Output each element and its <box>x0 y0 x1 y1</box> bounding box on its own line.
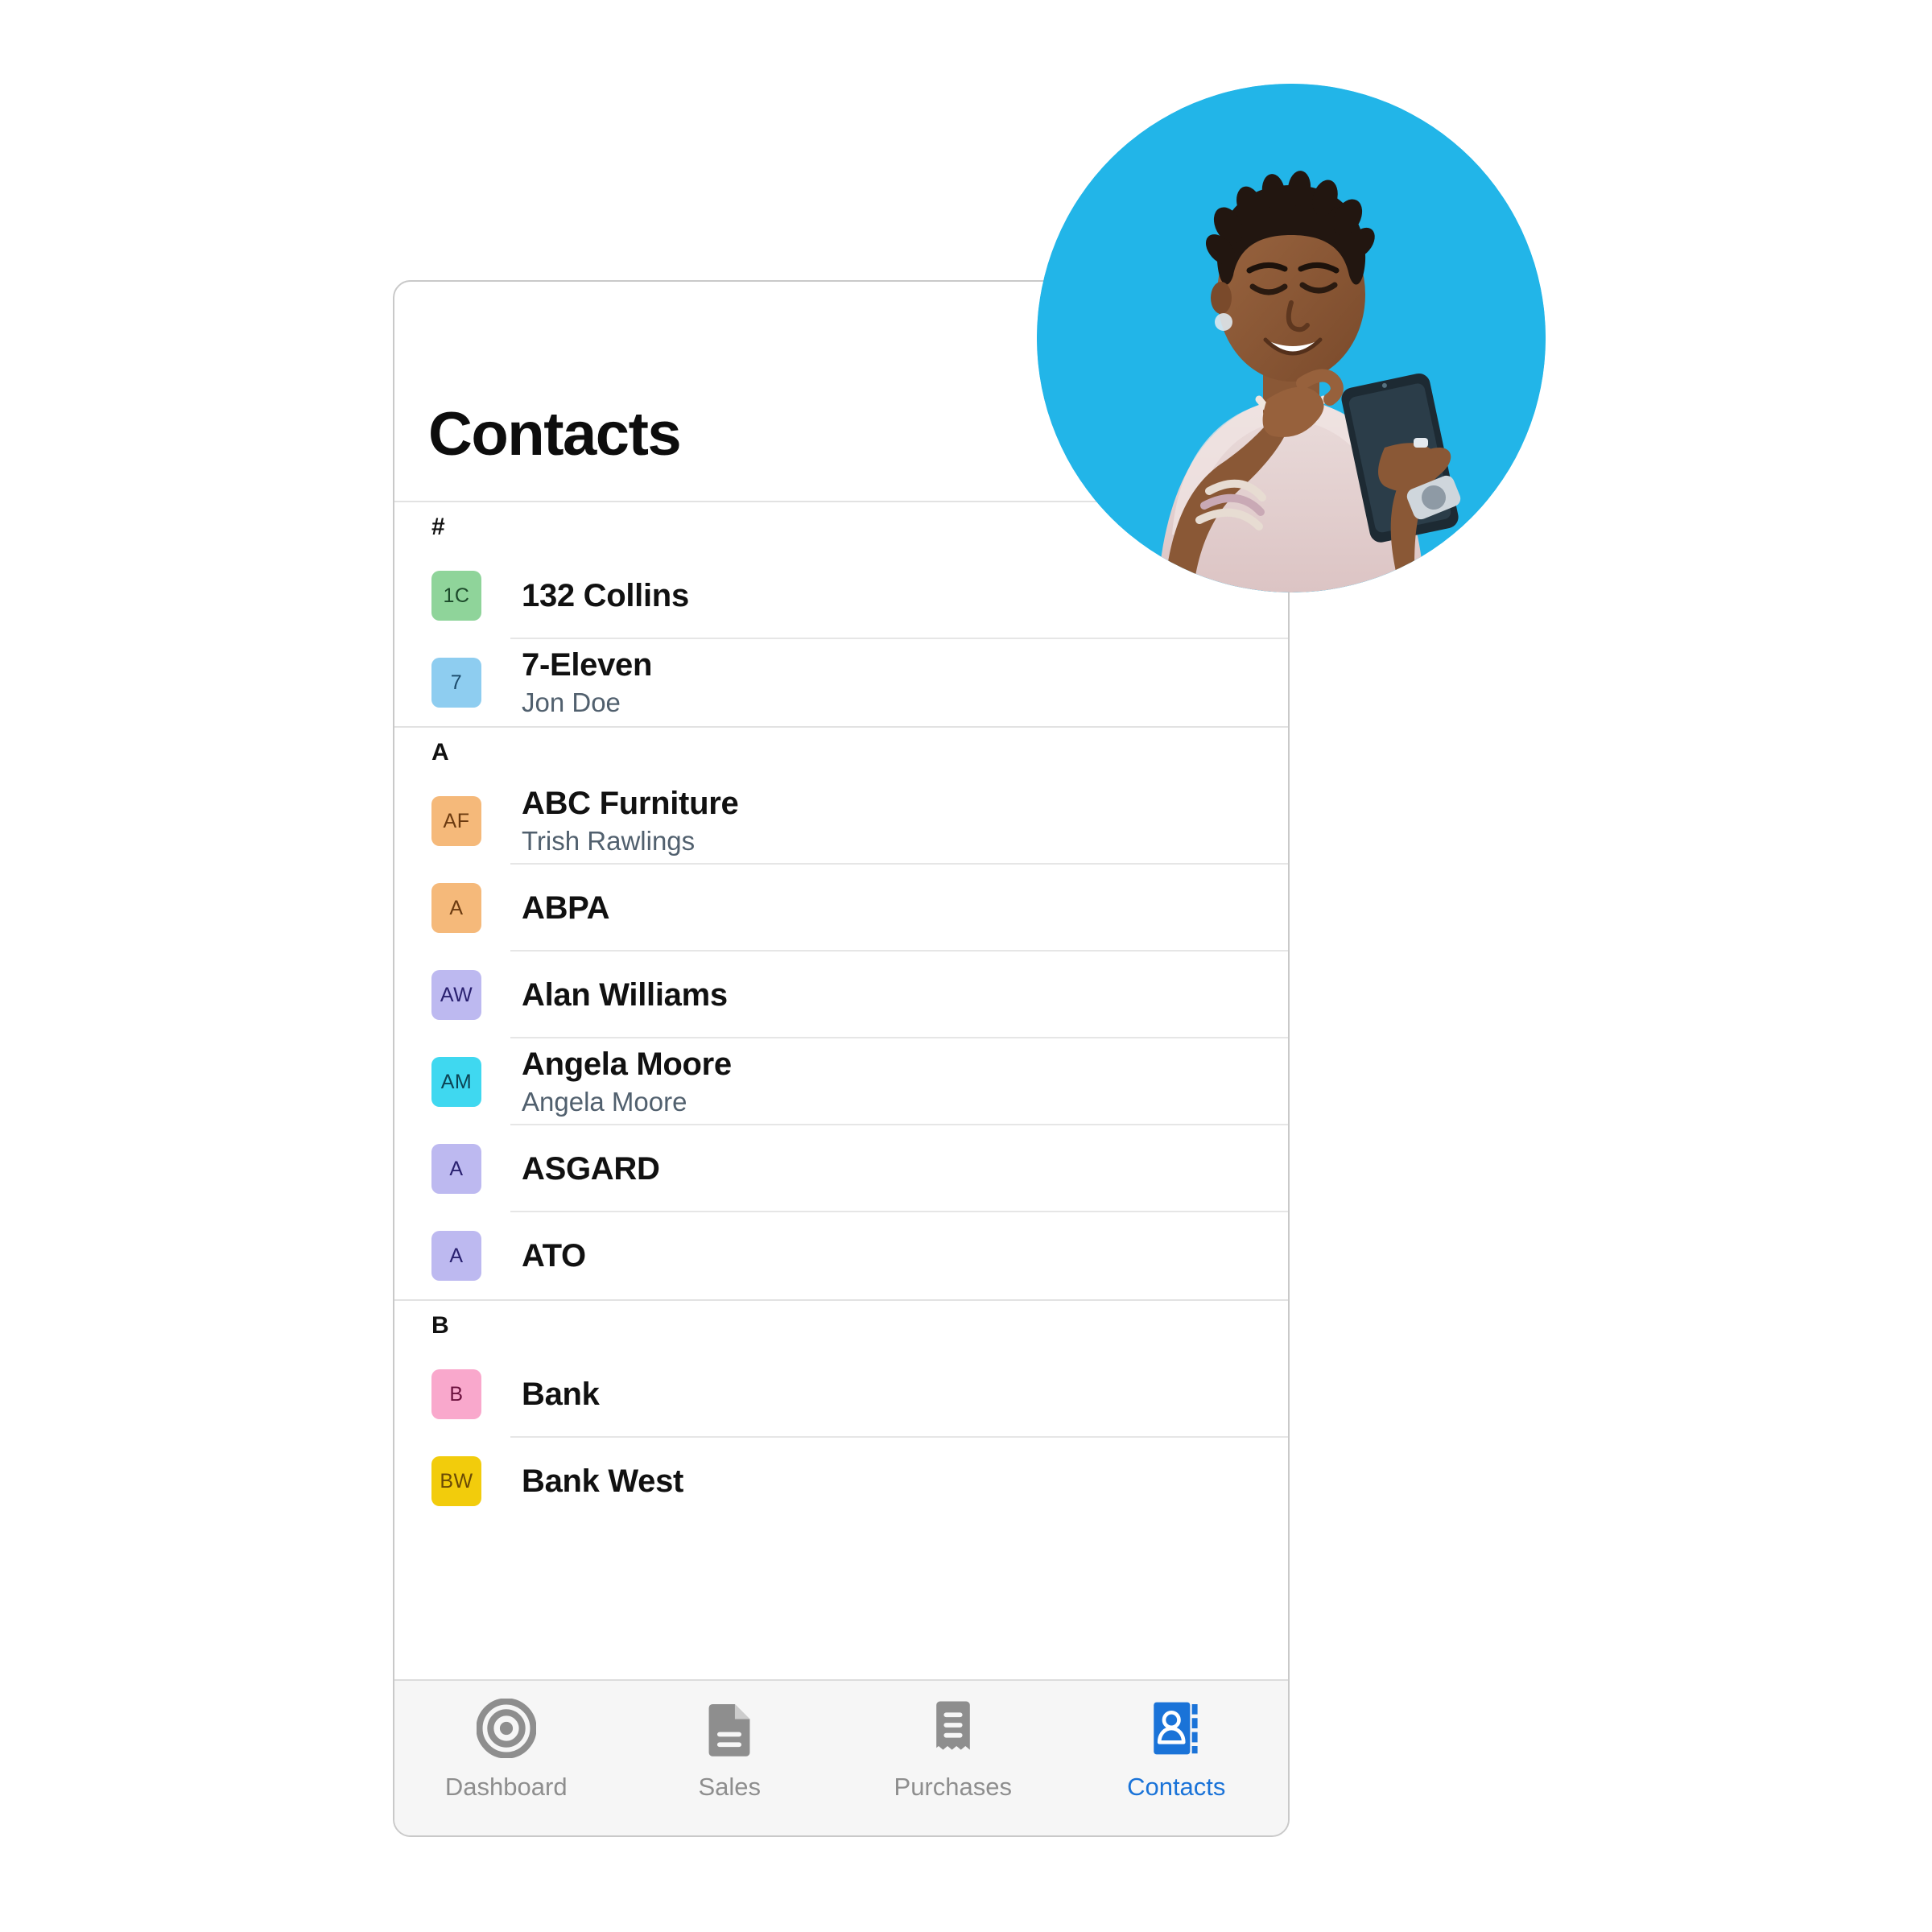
contact-subtitle: Trish Rawlings <box>522 825 696 856</box>
avatar: 1C <box>431 571 481 621</box>
avatar: 7 <box>431 658 481 708</box>
contact-name: ABPA <box>522 890 610 926</box>
woman-using-smartphone-illustration <box>1037 84 1546 592</box>
contact-text: Alan Williams <box>522 977 728 1013</box>
contact-text: 132 Collins <box>522 578 689 614</box>
contact-name: 132 Collins <box>522 577 689 613</box>
contact-name: ABC Furniture <box>522 785 739 821</box>
avatar: AM <box>431 1057 481 1107</box>
contact-subtitle: Jon Doe <box>522 687 621 717</box>
contacts-list[interactable]: #1C 132 Collins 7 7-Eleven Jon Doe A AF ABC Fur… <box>394 502 1288 1624</box>
avatar: A <box>431 883 481 933</box>
contact-row[interactable]: A ASGARD <box>394 1125 1288 1212</box>
contact-row[interactable]: AM Angela Moore Angela Moore <box>394 1038 1288 1125</box>
tab-label: Purchases <box>894 1773 1012 1801</box>
section-header-A: A <box>394 726 1288 778</box>
contact-text: Angela Moore Angela Moore <box>522 1046 732 1117</box>
contact-name: ASGARD <box>522 1150 660 1187</box>
contact-text: ABC Furniture Trish Rawlings <box>522 785 739 857</box>
contact-subtitle: Angela Moore <box>522 1086 687 1117</box>
tab-sales[interactable]: Sales <box>618 1681 842 1802</box>
section-header-B: B <box>394 1299 1288 1351</box>
page-title: Contacts <box>428 400 682 469</box>
tab-dashboard[interactable]: Dashboard <box>394 1681 618 1802</box>
avatar: BW <box>431 1456 481 1506</box>
tab-label: Dashboard <box>444 1773 568 1801</box>
contact-name: Angela Moore <box>522 1046 732 1082</box>
target-icon <box>476 1699 536 1758</box>
contact-text: Bank <box>522 1377 600 1413</box>
bottom-tab-bar: Dashboard Sales Purchases Contacts <box>394 1679 1288 1835</box>
hero-avatar-photo <box>1037 84 1546 592</box>
avatar: B <box>431 1369 481 1419</box>
contact-text: ASGARD <box>522 1151 660 1187</box>
contact-name: Bank <box>522 1376 600 1412</box>
contact-row[interactable]: AF ABC Furniture Trish Rawlings <box>394 778 1288 865</box>
tab-contacts[interactable]: Contacts <box>1065 1681 1289 1802</box>
contact-row[interactable]: A ATO <box>394 1212 1288 1299</box>
contact-row[interactable]: BW Bank West <box>394 1438 1288 1525</box>
contact-text: Bank West <box>522 1463 683 1500</box>
contact-row[interactable]: AW Alan Williams <box>394 952 1288 1038</box>
contact-name: ATO <box>522 1237 586 1274</box>
contact-row[interactable]: B Bank <box>394 1351 1288 1438</box>
contact-name: 7-Eleven <box>522 646 653 683</box>
contact-name: Bank West <box>522 1463 684 1499</box>
contacts-book-icon <box>1146 1699 1206 1758</box>
contact-name: Alan Williams <box>522 976 728 1013</box>
tab-label: Sales <box>698 1773 762 1801</box>
avatar: AF <box>431 796 481 846</box>
contact-text: ATO <box>522 1238 586 1274</box>
avatar: AW <box>431 970 481 1020</box>
tab-label: Contacts <box>1127 1773 1226 1801</box>
avatar: A <box>431 1144 481 1194</box>
document-icon <box>700 1699 759 1758</box>
contact-text: 7-Eleven Jon Doe <box>522 647 652 718</box>
contact-row[interactable]: 1C 132 Collins <box>394 552 1288 639</box>
avatar: A <box>431 1231 481 1281</box>
contact-row[interactable]: A ABPA <box>394 865 1288 952</box>
receipt-icon <box>923 1699 983 1758</box>
tab-purchases[interactable]: Purchases <box>841 1681 1065 1802</box>
contact-row[interactable]: 7 7-Eleven Jon Doe <box>394 639 1288 726</box>
contact-text: ABPA <box>522 890 609 927</box>
